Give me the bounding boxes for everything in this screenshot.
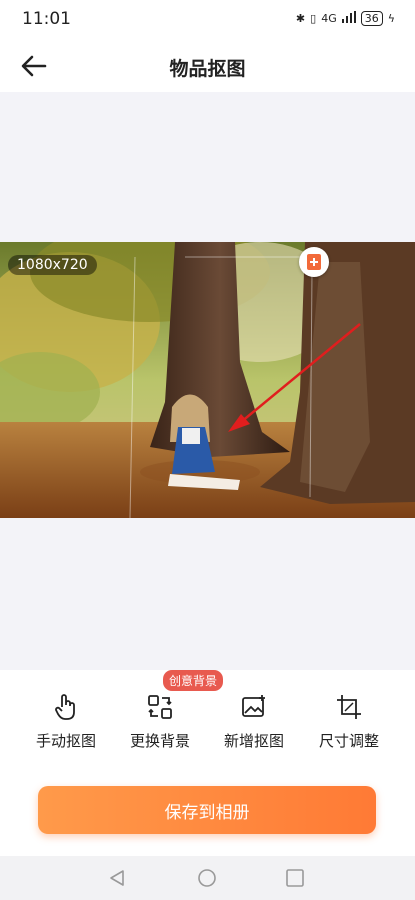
header: 物品抠图 bbox=[0, 40, 415, 92]
swap-background-icon bbox=[110, 690, 210, 724]
change-background-tool[interactable]: 更换背景 bbox=[110, 690, 210, 751]
bluetooth-icon: ✱ bbox=[295, 12, 306, 25]
size-adjust-tool[interactable]: 尺寸调整 bbox=[299, 690, 399, 751]
add-cutout-label: 新增抠图 bbox=[223, 732, 284, 750]
add-cutout-tool[interactable]: 新增抠图 bbox=[204, 690, 304, 751]
nav-home-button[interactable] bbox=[198, 869, 216, 891]
system-nav-bar bbox=[0, 856, 415, 900]
image-dimensions-label: 1080x720 bbox=[8, 255, 97, 275]
hand-pointer-icon bbox=[16, 690, 116, 724]
crop-icon bbox=[299, 690, 399, 724]
add-layer-icon bbox=[307, 254, 321, 270]
save-to-album-button[interactable]: 保存到相册 bbox=[38, 786, 376, 834]
layer-add-button[interactable] bbox=[299, 247, 329, 277]
vibrate-icon: ▯ bbox=[310, 12, 317, 25]
square-recents-icon bbox=[286, 869, 304, 887]
page-title: 物品抠图 bbox=[169, 58, 246, 80]
triangle-back-icon bbox=[110, 870, 124, 886]
change-background-label: 更换背景 bbox=[129, 732, 190, 750]
photo-preview[interactable]: 1080x720 bbox=[0, 242, 415, 518]
creative-background-badge: 创意背景 bbox=[163, 670, 224, 691]
nav-back-button[interactable] bbox=[108, 869, 126, 891]
photo-image bbox=[0, 242, 415, 518]
signal-icon bbox=[341, 11, 356, 26]
battery-icon: 36 bbox=[360, 11, 383, 26]
status-time: 11:01 bbox=[22, 9, 71, 29]
manual-cutout-tool[interactable]: 手动抠图 bbox=[16, 690, 116, 751]
network-label: 4G bbox=[321, 12, 337, 25]
add-image-icon bbox=[204, 690, 304, 724]
charging-icon: ϟ bbox=[387, 12, 395, 25]
tool-panel: 创意背景 手动抠图 更换背景 新增抠图 尺寸调整 保存到相册 bbox=[0, 670, 415, 856]
nav-recents-button[interactable] bbox=[286, 869, 304, 891]
circle-home-icon bbox=[198, 869, 216, 887]
status-bar: 11:01 ✱ ▯ 4G 36 ϟ bbox=[0, 0, 415, 40]
status-icons: ✱ ▯ 4G 36 ϟ bbox=[296, 11, 395, 26]
size-adjust-label: 尺寸调整 bbox=[318, 732, 379, 750]
manual-cutout-label: 手动抠图 bbox=[35, 732, 96, 750]
